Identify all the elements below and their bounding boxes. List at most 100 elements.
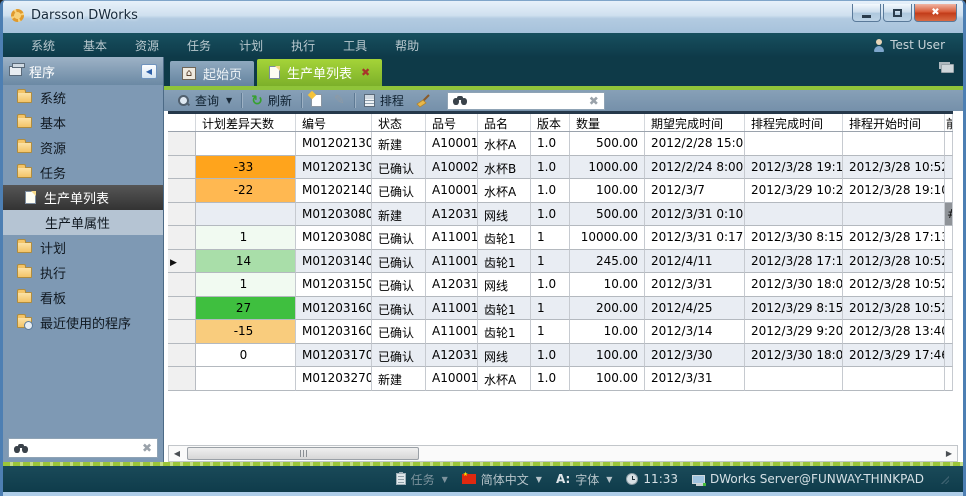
column-header[interactable]: 编号	[296, 114, 372, 131]
table-cell: 已确认	[372, 320, 426, 344]
table-row[interactable]: 1M012031501已确认A12031网线1.010.002012/3/312…	[168, 273, 953, 297]
menu-item[interactable]: 执行	[277, 34, 329, 57]
clean-button[interactable]	[410, 91, 437, 110]
tab-active[interactable]: 生产单列表✖	[257, 59, 382, 86]
table-row[interactable]: M012021301新建A10001水杯A1.0500.002012/2/28 …	[168, 132, 953, 156]
menu-item[interactable]: 任务	[173, 34, 225, 57]
new-button[interactable]	[305, 91, 328, 110]
scrollbar-thumb[interactable]	[187, 447, 419, 460]
column-header[interactable]: 排程开始时间	[843, 114, 945, 131]
window-list-icon[interactable]	[941, 64, 954, 73]
sidebar-search-clear-icon[interactable]: ✖	[142, 441, 152, 455]
tasks-label: 任务	[411, 471, 435, 488]
scroll-left-icon[interactable]: ◀	[169, 449, 185, 458]
menu-item[interactable]: 计划	[225, 34, 277, 57]
row-selector[interactable]	[168, 156, 196, 180]
sidebar-item[interactable]: 生产单属性	[3, 210, 163, 235]
menu-item[interactable]: 资源	[121, 34, 173, 57]
table-row[interactable]: -22M012021401已确认A10001水杯A1.0100.002012/3…	[168, 179, 953, 203]
clock-icon	[626, 473, 638, 485]
sidebar-item[interactable]: 任务	[3, 160, 163, 185]
table-row[interactable]: 27M012031601已确认A11001齿轮11200.002012/4/25…	[168, 297, 953, 321]
table-row[interactable]: 0M012031701已确认A12031网线1.0100.002012/3/30…	[168, 344, 953, 368]
tab-close-icon[interactable]: ✖	[361, 66, 370, 79]
table-row[interactable]: -15M012031602已确认A11001齿轮1110.002012/3/14…	[168, 320, 953, 344]
sidebar-item[interactable]: 资源	[3, 135, 163, 160]
cell-plan-diff-days: 27	[196, 297, 296, 321]
table-row[interactable]: -33M012021302已确认A10002水杯B1.01000.002012/…	[168, 156, 953, 180]
toolbar-search-clear-icon[interactable]: ✖	[589, 94, 599, 108]
status-tasks[interactable]: 任务 ▼	[396, 471, 448, 488]
column-header[interactable]: 期望完成时间	[645, 114, 745, 131]
table-cell: 2012/3/28 10:52	[843, 297, 945, 321]
resize-grip[interactable]	[940, 475, 949, 484]
schedule-button[interactable]: 排程	[358, 91, 410, 110]
row-selector[interactable]	[168, 179, 196, 203]
row-selector[interactable]: ▶	[168, 250, 196, 274]
sidebar-item[interactable]: 基本	[3, 110, 163, 135]
row-selector[interactable]	[168, 297, 196, 321]
maximize-button[interactable]	[883, 4, 912, 22]
sidebar-item[interactable]: 执行	[3, 260, 163, 285]
home-icon: ⌂	[182, 67, 196, 80]
table-cell	[843, 132, 945, 156]
current-user[interactable]: Test User	[873, 38, 949, 52]
row-selector[interactable]	[168, 203, 196, 227]
menu-item[interactable]: 系统	[17, 34, 69, 57]
close-button[interactable]: ✖	[914, 4, 957, 22]
tab[interactable]: ⌂起始页	[170, 61, 254, 86]
table-cell: 齿轮1	[478, 226, 531, 250]
chevron-down-icon: ▼	[606, 475, 612, 484]
sidebar-collapse-button[interactable]: ◀	[141, 64, 157, 79]
menu-item[interactable]: 工具	[329, 34, 381, 57]
row-selector[interactable]	[168, 344, 196, 368]
column-header[interactable]: 计划差异天数	[196, 114, 296, 131]
edit-button[interactable]: ✎	[328, 91, 351, 110]
toolbar-separator	[354, 93, 355, 108]
menu-item[interactable]: 帮助	[381, 34, 433, 57]
table-cell: 齿轮1	[478, 250, 531, 274]
cell-plan-diff-days: 1	[196, 226, 296, 250]
column-header[interactable]: 排程完成时间	[745, 114, 843, 131]
table-row[interactable]: ▶14M012031402已确认A11001齿轮11245.002012/4/1…	[168, 250, 953, 274]
sidebar-search-input[interactable]	[33, 441, 137, 455]
table-cell: 2012/3/29 17:46	[843, 344, 945, 368]
column-header[interactable]: 版本	[531, 114, 570, 131]
status-font[interactable]: A: 字体 ▼	[556, 471, 612, 488]
minimize-button[interactable]	[852, 4, 881, 22]
sidebar-item-selected[interactable]: 生产单列表	[3, 185, 163, 210]
row-selector[interactable]	[168, 320, 196, 344]
scroll-right-icon[interactable]: ▶	[941, 449, 957, 458]
row-selector[interactable]	[168, 132, 196, 156]
row-selector[interactable]	[168, 367, 196, 391]
column-header[interactable]	[168, 114, 196, 131]
table-cell: M012031501	[296, 273, 372, 297]
column-header[interactable]: 数量	[570, 114, 645, 131]
row-selector[interactable]	[168, 273, 196, 297]
status-server: DWorks Server@FUNWAY-THINKPAD	[692, 472, 924, 486]
column-header[interactable]: 前	[945, 114, 953, 131]
sidebar-item[interactable]: 计划	[3, 235, 163, 260]
table-cell: 1.0	[531, 179, 570, 203]
status-language[interactable]: 简体中文 ▼	[462, 471, 542, 488]
query-button[interactable]: 查询 ▼	[172, 91, 238, 110]
toolbar-search-input[interactable]	[473, 94, 583, 108]
table-cell: 已确认	[372, 273, 426, 297]
table-row[interactable]: M012032701新建A10001水杯A1.0100.002012/3/31	[168, 367, 953, 391]
sidebar-item[interactable]: 看板	[3, 285, 163, 310]
current-row-indicator-icon: ▶	[170, 258, 177, 268]
refresh-button[interactable]: ↻ 刷新	[245, 91, 298, 110]
folder-icon	[17, 267, 32, 278]
sidebar-item[interactable]: 系统	[3, 85, 163, 110]
column-header[interactable]: 状态	[372, 114, 426, 131]
horizontal-scrollbar[interactable]: ◀ ▶	[168, 445, 958, 462]
schedule-label: 排程	[380, 92, 404, 109]
sidebar-item[interactable]: 最近使用的程序	[3, 310, 163, 335]
row-selector[interactable]	[168, 226, 196, 250]
column-header[interactable]: 品号	[426, 114, 478, 131]
column-header[interactable]: 品名	[478, 114, 531, 131]
table-cell: 1	[531, 320, 570, 344]
table-row[interactable]: 1M012030802已确认A11001齿轮1110000.002012/3/3…	[168, 226, 953, 250]
table-row[interactable]: M012030801新建A12031网线1.0500.002012/3/31 0…	[168, 203, 953, 227]
menu-item[interactable]: 基本	[69, 34, 121, 57]
